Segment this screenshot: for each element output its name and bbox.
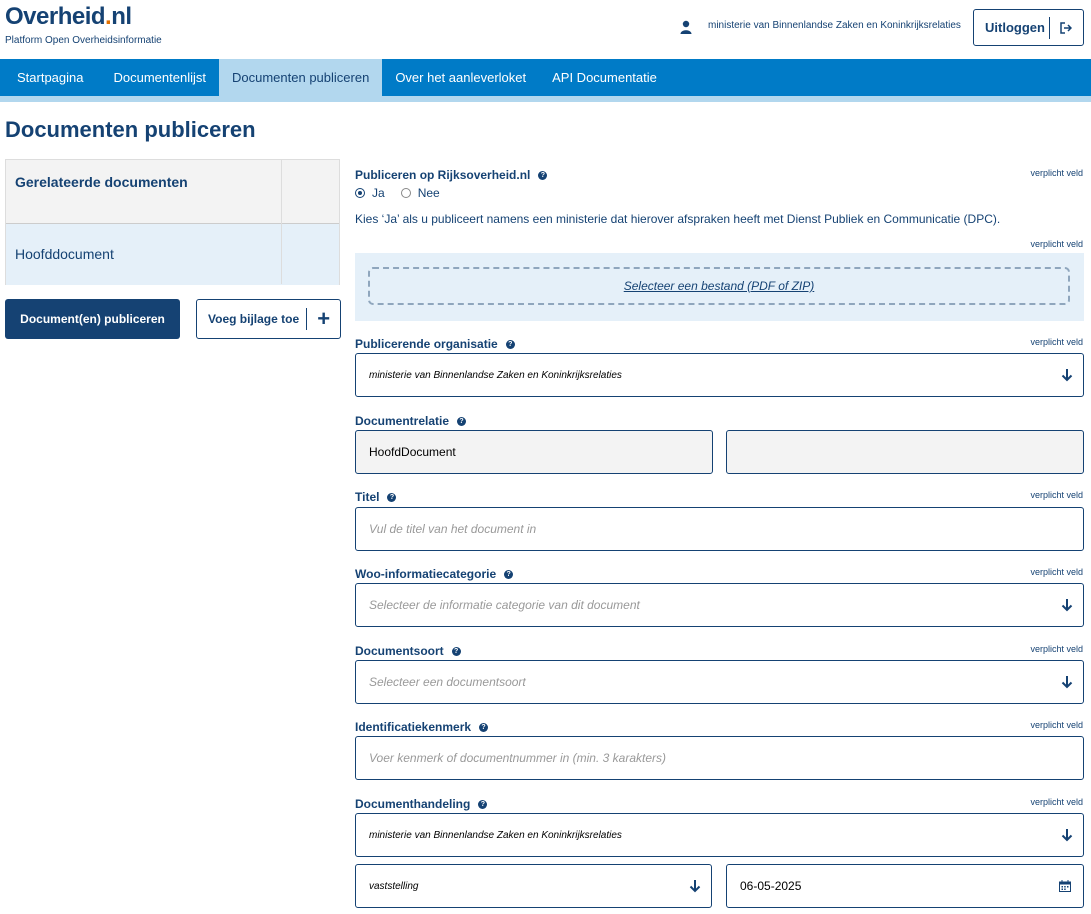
handling-organisation-select[interactable]: ministerie van Binnenlandse Zaken en Kon… [355, 813, 1084, 857]
doctype-label-row: Documentsoort? verplicht veld [355, 642, 1083, 658]
doctype-label: Documentsoort [355, 644, 444, 658]
publish-documents-button[interactable]: Document(en) publiceren [5, 299, 180, 339]
add-attachment-label: Voeg bijlage toe [208, 312, 300, 326]
title-label: Titel [355, 490, 380, 504]
arrow-down-icon [1061, 829, 1073, 842]
nav-startpagina[interactable]: Startpagina [0, 59, 101, 96]
publish-rijks-radio-group: Ja Nee [355, 186, 440, 200]
upload-label-row: verplicht veld [355, 237, 1083, 253]
help-icon[interactable]: ? [505, 339, 515, 349]
page-title: Documenten publiceren [5, 117, 256, 142]
publish-rijks-label: Publiceren op Rijksoverheid.nl [355, 168, 531, 182]
title-input[interactable]: Vul de titel van het document in [355, 507, 1084, 551]
handling-type-select[interactable]: vaststelling [355, 864, 712, 908]
add-attachment-button[interactable]: Voeg bijlage toe + [196, 299, 341, 339]
ident-input[interactable]: Voer kenmerk of documentnummer in (min. … [355, 736, 1084, 780]
publish-rijks-label-row: Publiceren op Rijksoverheid.nl? verplich… [355, 166, 1083, 182]
handling-label: Documenthandeling [355, 797, 471, 811]
relation-label-row: Documentrelatie? [355, 412, 1083, 428]
handling-type-value: vaststelling [369, 880, 419, 892]
help-icon[interactable]: ? [479, 722, 489, 732]
ident-placeholder: Voer kenmerk of documentnummer in (min. … [369, 751, 666, 765]
handling-label-row: Documenthandeling? verplicht veld [355, 795, 1083, 811]
relation-label: Documentrelatie [355, 414, 450, 428]
doctype-placeholder: Selecteer een documentsoort [369, 675, 526, 689]
arrow-down-icon [689, 880, 701, 893]
logo-subtitle: Platform Open Overheidsinformatie [5, 35, 162, 46]
logout-icon [1050, 21, 1083, 34]
user-name: ministerie van Binnenlandse Zaken en Kon… [708, 20, 961, 31]
related-header: Gerelateerde documenten [6, 160, 339, 224]
logout-label: Uitloggen [985, 20, 1045, 35]
help-icon[interactable]: ? [451, 646, 461, 656]
main-nav: Startpagina Documentenlijst Documenten p… [0, 59, 1091, 96]
relation-field-secondary[interactable] [726, 430, 1084, 474]
radio-ja-label: Ja [372, 186, 385, 200]
radio-nee-label: Nee [417, 186, 440, 200]
woo-label: Woo-informatiecategorie [355, 567, 497, 581]
required-note: verplicht veld [1030, 168, 1083, 178]
related-header-label: Gerelateerde documenten [15, 174, 188, 190]
calendar-icon[interactable] [1059, 880, 1071, 892]
organisation-select[interactable]: ministerie van Binnenlandse Zaken en Kon… [355, 353, 1084, 397]
doctype-select[interactable]: Selecteer een documentsoort [355, 660, 1084, 704]
plus-icon: + [317, 306, 331, 331]
organisation-label: Publicerende organisatie [355, 337, 498, 351]
woo-label-row: Woo-informatiecategorie? verplicht veld [355, 565, 1083, 581]
handling-date-input[interactable]: 06-05-2025 [726, 864, 1084, 908]
arrow-down-icon [1061, 599, 1073, 612]
help-icon[interactable]: ? [457, 416, 467, 426]
file-select-link[interactable]: Selecteer een bestand (PDF of ZIP) [624, 279, 815, 293]
relation-value: HoofdDocument [369, 445, 456, 459]
nav-documentenlijst[interactable]: Documentenlijst [101, 59, 220, 96]
required-note: verplicht veld [1030, 239, 1083, 249]
user-icon [680, 20, 692, 34]
related-row-label: Hoofddocument [15, 246, 114, 262]
handling-organisation-value: ministerie van Binnenlandse Zaken en Kon… [369, 829, 622, 841]
related-row[interactable]: Hoofddocument [6, 224, 339, 285]
ident-label: Identificatiekenmerk [355, 720, 472, 734]
ident-label-row: Identificatiekenmerk? verplicht veld [355, 718, 1083, 734]
woo-placeholder: Selecteer de informatie categorie van di… [369, 598, 640, 612]
logo-main: Overheid [5, 3, 106, 30]
logout-button[interactable]: Uitloggen [973, 9, 1084, 46]
required-note: verplicht veld [1030, 337, 1083, 347]
title-placeholder: Vul de titel van het document in [369, 522, 537, 536]
radio-ja[interactable] [355, 188, 365, 198]
logo-nl: nl [111, 3, 132, 30]
organisation-label-row: Publicerende organisatie? verplicht veld [355, 335, 1083, 351]
upload-zone: Selecteer een bestand (PDF of ZIP) [355, 253, 1084, 321]
arrow-down-icon [1061, 676, 1073, 689]
column-divider [281, 160, 282, 284]
help-icon[interactable]: ? [504, 569, 514, 579]
nav-underline [0, 96, 1091, 102]
radio-nee[interactable] [400, 188, 411, 198]
nav-documenten-publiceren[interactable]: Documenten publiceren [219, 59, 383, 96]
arrow-down-icon [1061, 369, 1073, 382]
logo[interactable]: Overheid.nl [5, 3, 132, 31]
publish-rijks-hint: Kies ‘Ja’ als u publiceert namens een mi… [355, 212, 1001, 226]
header: Overheid.nl Platform Open Overheidsinfor… [0, 0, 1091, 59]
help-icon[interactable]: ? [538, 170, 548, 180]
help-icon[interactable]: ? [478, 799, 488, 809]
required-note: verplicht veld [1030, 720, 1083, 730]
required-note: verplicht veld [1030, 567, 1083, 577]
handling-date-value: 06-05-2025 [740, 879, 802, 893]
required-note: verplicht veld [1030, 644, 1083, 654]
related-documents-table: Gerelateerde documenten Hoofddocument [5, 159, 340, 285]
relation-field[interactable]: HoofdDocument [355, 430, 713, 474]
title-label-row: Titel? verplicht veld [355, 488, 1083, 504]
nav-api-documentatie[interactable]: API Documentatie [539, 59, 670, 96]
required-note: verplicht veld [1030, 490, 1083, 500]
file-select-dropzone[interactable]: Selecteer een bestand (PDF of ZIP) [368, 267, 1070, 305]
woo-category-select[interactable]: Selecteer de informatie categorie van di… [355, 583, 1084, 627]
organisation-value: ministerie van Binnenlandse Zaken en Kon… [369, 369, 622, 381]
required-note: verplicht veld [1030, 797, 1083, 807]
nav-over-aanleverloket[interactable]: Over het aanleverloket [382, 59, 539, 96]
help-icon[interactable]: ? [387, 492, 397, 502]
